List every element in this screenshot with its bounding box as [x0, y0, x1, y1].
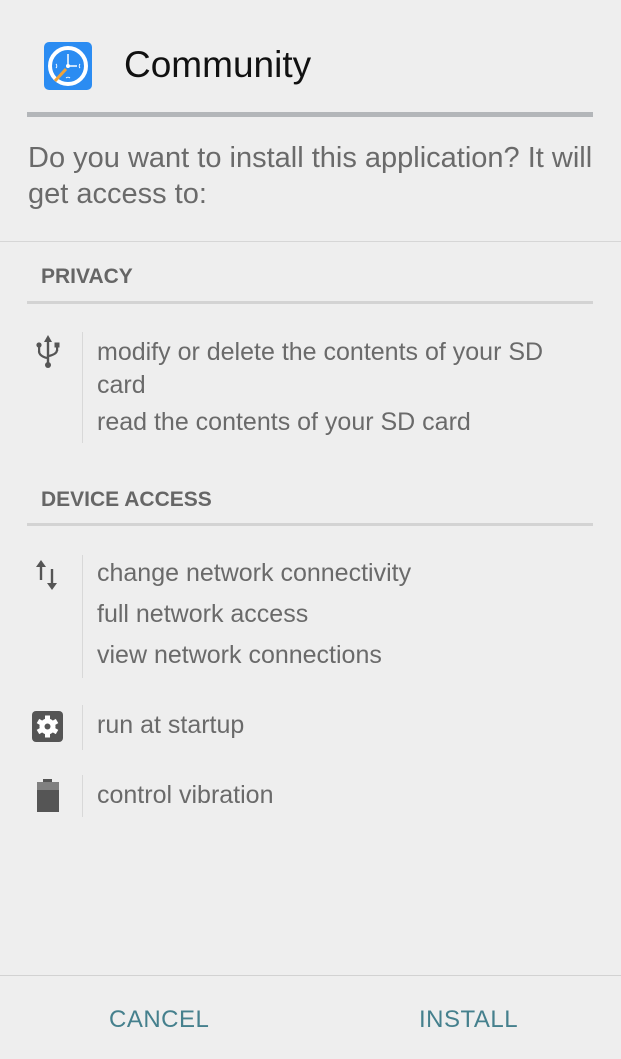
- install-button[interactable]: INSTALL: [419, 1000, 518, 1040]
- permission-divider: [82, 555, 83, 678]
- permission-list: run at startup: [97, 709, 597, 742]
- clock-compass-icon: [44, 42, 92, 90]
- permission-divider: [82, 775, 83, 817]
- section-divider: [27, 301, 593, 304]
- usb-icon: [30, 334, 66, 370]
- network-arrows-icon: [30, 557, 66, 593]
- section-label-device-access: DEVICE ACCESS: [41, 488, 212, 511]
- dialog-header: Community: [0, 0, 621, 118]
- install-prompt: Do you want to install this application?…: [28, 142, 593, 210]
- section-divider: [27, 523, 593, 526]
- footer-divider: [0, 975, 621, 976]
- permission-list: modify or delete the contents of your SD…: [97, 336, 597, 439]
- app-name: Community: [124, 44, 312, 85]
- permission-list: change network connectivity full network…: [97, 557, 597, 672]
- permission-divider: [82, 705, 83, 750]
- permission-item: modify or delete the contents of your SD…: [97, 338, 544, 399]
- battery-icon: [30, 777, 66, 813]
- permission-item: change network connectivity: [97, 559, 412, 587]
- permission-item: run at startup: [97, 711, 245, 739]
- permission-item: read the contents of your SD card: [97, 408, 471, 436]
- permission-item: view network connections: [97, 641, 382, 669]
- permission-list: control vibration: [97, 779, 597, 812]
- prompt-divider: [0, 241, 621, 242]
- permission-item: full network access: [97, 600, 309, 628]
- cancel-button[interactable]: CANCEL: [109, 1000, 209, 1040]
- permission-divider: [82, 332, 83, 443]
- permission-item: control vibration: [97, 781, 274, 809]
- section-label-privacy: PRIVACY: [41, 265, 133, 288]
- header-divider: [27, 112, 593, 117]
- settings-gear-icon: [30, 709, 66, 745]
